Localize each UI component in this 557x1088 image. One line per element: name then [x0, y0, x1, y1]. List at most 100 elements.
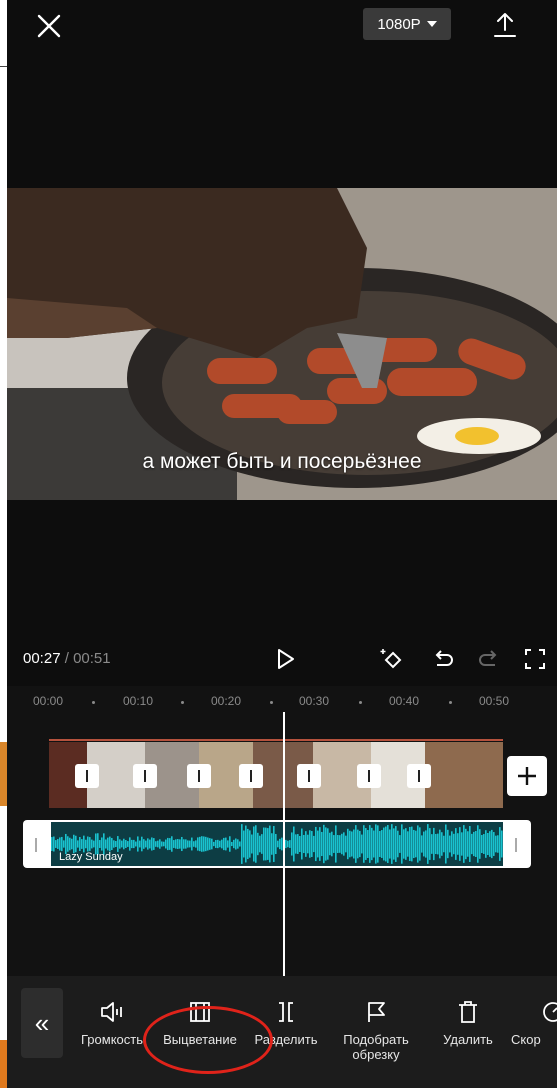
transition-button[interactable]: [133, 764, 157, 788]
waveform-bar: [239, 841, 241, 847]
play-button[interactable]: [271, 645, 299, 673]
waveform-bar: [381, 830, 383, 858]
tool-trim-fit[interactable]: Подобрать обрезку: [333, 1000, 419, 1062]
redo-button[interactable]: [475, 645, 503, 673]
waveform-bar: [85, 839, 87, 849]
delete-icon: [459, 1001, 477, 1023]
ruler-label: 00:40: [389, 694, 420, 708]
waveform-bar: [469, 826, 471, 862]
transition-button[interactable]: [187, 764, 211, 788]
waveform-bar: [437, 833, 439, 855]
transition-button[interactable]: [297, 764, 321, 788]
resolution-label: 1080P: [377, 15, 421, 33]
transition-button[interactable]: [357, 764, 381, 788]
waveform-bar: [413, 829, 415, 859]
export-button[interactable]: [491, 10, 519, 40]
waveform-bar: [431, 834, 433, 854]
waveform-bar: [213, 841, 215, 847]
waveform-bar: [393, 828, 395, 860]
waveform-bar: [337, 835, 339, 853]
waveform-bar: [205, 836, 207, 852]
waveform-bar: [217, 839, 219, 849]
left-accent-bottom: [0, 1040, 7, 1088]
waveform-bar: [453, 833, 455, 855]
waveform-bar: [291, 832, 293, 856]
waveform-bar: [83, 835, 85, 853]
waveform-bar: [421, 835, 423, 853]
video-clip-thumbnail[interactable]: [425, 742, 503, 808]
video-track[interactable]: [49, 742, 503, 808]
waveform-bar: [125, 840, 127, 848]
waveform-bar: [167, 837, 169, 851]
audio-trim-handle-left[interactable]: [35, 838, 37, 852]
video-preview[interactable]: а может быть и посерьёзнее: [7, 188, 557, 500]
waveform-bar: [319, 827, 321, 861]
waveform-bar: [411, 826, 413, 862]
left-accent-top: [0, 742, 7, 806]
waveform-bar: [417, 825, 419, 863]
waveform-bar: [121, 840, 123, 848]
audio-trim-handle-right[interactable]: [515, 838, 517, 852]
keyframe-button[interactable]: [379, 645, 407, 673]
tool-label: Громкость: [81, 1032, 143, 1047]
waveform-bar: [479, 829, 481, 859]
highlight-circle: [143, 1006, 273, 1074]
waveform-bar: [407, 831, 409, 857]
waveform-bar: [355, 825, 357, 863]
waveform-bar: [447, 829, 449, 859]
waveform-bar: [341, 833, 343, 855]
ruler-dot: [449, 701, 452, 704]
waveform-bar: [215, 840, 217, 848]
tool-volume[interactable]: Громкость: [73, 1000, 151, 1047]
add-clip-button[interactable]: [507, 756, 547, 796]
waveform-bar: [305, 831, 307, 857]
waveform-bar: [273, 826, 275, 862]
waveform-bar: [313, 835, 315, 853]
transition-button[interactable]: [239, 764, 263, 788]
resolution-dropdown[interactable]: 1080P: [363, 8, 451, 40]
ruler-label: 00:20: [211, 694, 242, 708]
ruler-label: 00:00: [33, 694, 64, 708]
caret-down-icon: [426, 21, 437, 27]
waveform-bar: [69, 837, 71, 851]
waveform-bar: [233, 839, 235, 849]
transition-button[interactable]: [75, 764, 99, 788]
waveform-bar: [471, 833, 473, 855]
waveform-bar: [343, 832, 345, 856]
waveform-bar: [261, 834, 263, 854]
close-button[interactable]: [33, 10, 65, 42]
waveform-bar: [299, 835, 301, 853]
waveform-bar: [409, 826, 411, 862]
waveform-bar: [241, 824, 243, 864]
waveform-bar: [369, 825, 371, 863]
waveform-bar: [285, 839, 287, 849]
waveform-bar: [397, 830, 399, 858]
waveform-bar: [107, 837, 109, 851]
waveform-bar: [57, 839, 59, 849]
fullscreen-button[interactable]: [521, 645, 549, 673]
waveform-bar: [123, 838, 125, 850]
waveform-bar: [295, 834, 297, 854]
tool-delete[interactable]: Удалить: [435, 1000, 501, 1047]
waveform-bar: [387, 825, 389, 863]
collapse-toolbar-button[interactable]: «: [21, 988, 63, 1058]
waveform-bar: [473, 831, 475, 857]
waveform-bar: [201, 836, 203, 852]
waveform-bar: [499, 827, 501, 861]
waveform-bar: [415, 830, 417, 858]
waveform-bar: [495, 835, 497, 853]
playhead[interactable]: [283, 712, 285, 976]
transition-button[interactable]: [407, 764, 431, 788]
waveform-bar: [465, 828, 467, 860]
undo-button[interactable]: [429, 645, 457, 673]
time-separator: /: [60, 650, 74, 667]
waveform-bar: [251, 834, 253, 854]
waveform-bar: [225, 837, 227, 851]
waveform-bar: [163, 841, 165, 847]
waveform-bar: [115, 840, 117, 848]
waveform-bar: [375, 824, 377, 864]
waveform-bar: [297, 834, 299, 854]
tool-speed[interactable]: Скор: [511, 1000, 557, 1047]
waveform-bar: [117, 836, 119, 852]
left-edge: [0, 0, 7, 1088]
